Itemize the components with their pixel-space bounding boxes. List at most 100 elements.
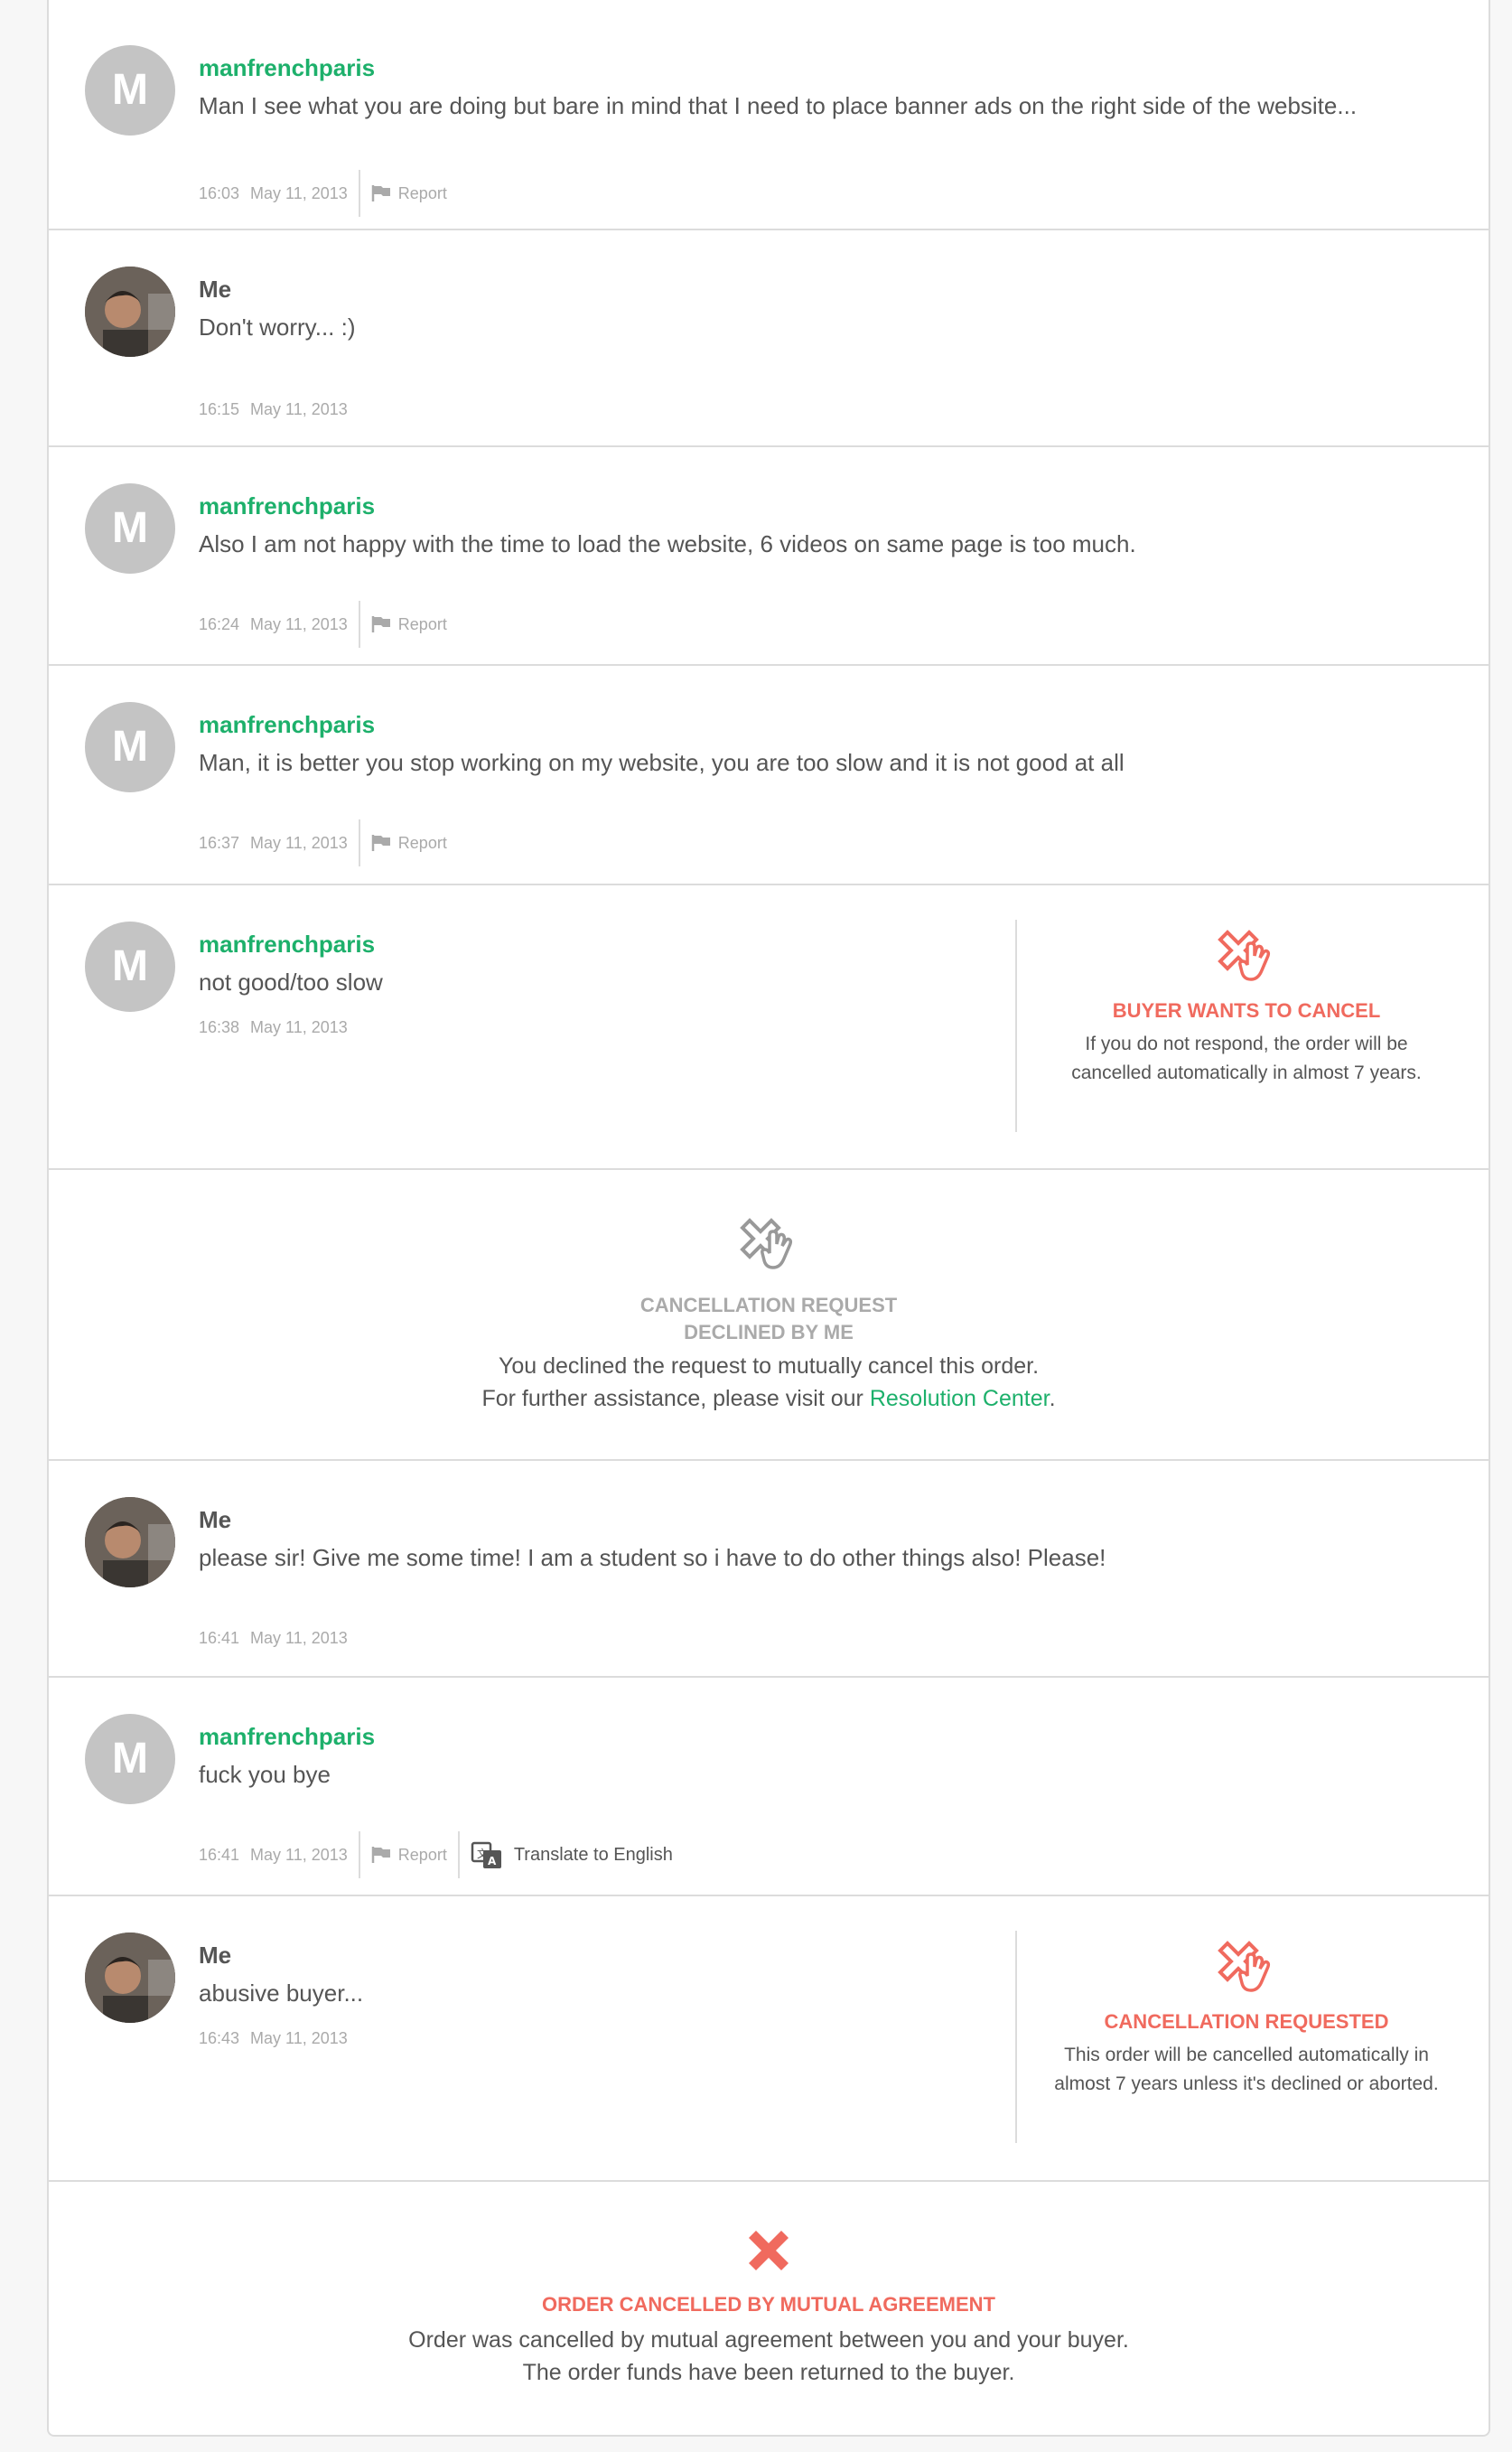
declined-notice-row: CANCELLATION REQUEST DECLINED BY ME You …	[49, 1170, 1489, 1461]
message-text: fuck you bye	[199, 1761, 331, 1788]
report-label: Report	[397, 614, 447, 633]
message-row: M manfrenchparis fuck you bye 16:41 May …	[49, 1678, 1489, 1896]
message-meta: 16:43 May 11, 2013	[199, 2025, 348, 2052]
message-date: May 11, 2013	[250, 183, 348, 202]
avatar[interactable]	[85, 1497, 175, 1587]
flag-icon	[371, 185, 390, 201]
report-button[interactable]: Report	[371, 184, 447, 203]
notice-title: CANCELLATION REQUESTED	[1104, 2010, 1389, 2033]
message-date: May 11, 2013	[250, 614, 348, 633]
buyer-cancel-notice: BUYER WANTS TO CANCEL If you do not resp…	[1015, 920, 1476, 1132]
notice-text: If you do not respond, the order will be…	[1071, 1034, 1422, 1083]
message-meta: 16:41 May 11, 2013	[199, 1614, 348, 1661]
order-cancelled-row: ORDER CANCELLED BY MUTUAL AGREEMENT Orde…	[49, 2182, 1489, 2437]
message-date: May 11, 2013	[250, 833, 348, 852]
avatar[interactable]	[85, 1933, 175, 2023]
notice-text: Order was cancelled by mutual agreement …	[408, 2327, 1129, 2353]
message-text: Man, it is better you stop working on my…	[199, 749, 1125, 776]
notice-text-line2: The order funds have been returned to th…	[522, 2360, 1015, 2385]
avatar[interactable]	[85, 267, 175, 357]
message-time: 16:15	[199, 399, 240, 418]
cancellation-requested-notice: CANCELLATION REQUESTED This order will b…	[1015, 1931, 1476, 2143]
username-link[interactable]: manfrenchparis	[199, 711, 375, 739]
message-meta: 16:37 May 11, 2013 Report	[199, 819, 447, 866]
report-button[interactable]: Report	[371, 834, 447, 853]
message-time: 16:38	[199, 1017, 240, 1036]
username-link[interactable]: manfrenchparis	[199, 931, 375, 959]
message-text: Don't worry... :)	[199, 314, 356, 341]
divider	[358, 819, 360, 866]
cancel-hand-icon	[1218, 930, 1271, 981]
divider	[358, 170, 360, 217]
avatar[interactable]: M	[85, 922, 175, 1012]
notice-text: This order will be cancelled automatical…	[1054, 2045, 1439, 2094]
report-button[interactable]: Report	[371, 615, 447, 634]
report-label: Report	[397, 183, 447, 202]
svg-text:A: A	[488, 1855, 497, 1867]
cancel-hand-icon	[1218, 1941, 1271, 1992]
message-meta: 16:03 May 11, 2013 Report	[199, 170, 447, 217]
username-link[interactable]: manfrenchparis	[199, 1723, 375, 1751]
message-text: Man I see what you are doing but bare in…	[199, 92, 1358, 119]
avatar[interactable]: M	[85, 702, 175, 792]
avatar[interactable]: M	[85, 483, 175, 574]
translate-label: Translate to English	[513, 1844, 673, 1865]
message-meta: 16:38 May 11, 2013	[199, 1014, 348, 1041]
message-row: M manfrenchparis not good/too slow 16:38…	[49, 885, 1489, 1170]
message-date: May 11, 2013	[250, 1017, 348, 1036]
declined-notice: CANCELLATION REQUEST DECLINED BY ME You …	[49, 1215, 1489, 1415]
message-date: May 11, 2013	[250, 1628, 348, 1647]
message-date: May 11, 2013	[250, 1845, 348, 1864]
report-label: Report	[397, 1845, 447, 1864]
message-time: 16:41	[199, 1845, 240, 1864]
report-button[interactable]: Report	[371, 1846, 447, 1865]
close-x-icon	[749, 2231, 789, 2270]
username: Me	[199, 1506, 232, 1533]
message-time: 16:41	[199, 1628, 240, 1647]
notice-title: ORDER CANCELLED BY MUTUAL AGREEMENT	[542, 2293, 995, 2316]
username: Me	[199, 276, 232, 303]
translate-icon: 文 A	[471, 1841, 501, 1868]
avatar[interactable]: M	[85, 1714, 175, 1804]
message-time: 16:24	[199, 614, 240, 633]
translate-button[interactable]: 文 A Translate to English	[471, 1839, 673, 1870]
message-text: abusive buyer...	[199, 1979, 364, 2007]
cancel-hand-icon	[740, 1218, 793, 1269]
notice-text: You declined the request to mutually can…	[498, 1353, 1040, 1379]
notice-title: BUYER WANTS TO CANCEL	[1112, 999, 1381, 1022]
divider	[358, 601, 360, 648]
flag-icon	[371, 835, 390, 851]
notice-text-prefix: For further assistance, please visit our	[481, 1386, 863, 1411]
divider	[358, 1831, 360, 1878]
message-meta: 16:41 May 11, 2013 Report 文 A Translate …	[199, 1831, 673, 1878]
order-cancelled-notice: ORDER CANCELLED BY MUTUAL AGREEMENT Orde…	[49, 2225, 1489, 2389]
notice-title-line2: DECLINED BY ME	[684, 1321, 854, 1343]
message-text: Also I am not happy with the time to loa…	[199, 530, 1136, 557]
message-text: please sir! Give me some time! I am a st…	[199, 1544, 1106, 1571]
message-date: May 11, 2013	[250, 399, 348, 418]
message-date: May 11, 2013	[250, 2028, 348, 2047]
notice-text-line2: For further assistance, please visit our…	[49, 1382, 1489, 1415]
report-label: Report	[397, 833, 447, 852]
message-meta: 16:24 May 11, 2013 Report	[199, 601, 447, 648]
notice-title: CANCELLATION REQUEST	[639, 1294, 898, 1316]
message-row: Me abusive buyer... 16:43 May 11, 2013 C…	[49, 1896, 1489, 2182]
message-row: Me Don't worry... :) 16:15 May 11, 2013	[49, 230, 1489, 447]
flag-icon	[371, 1847, 390, 1863]
divider	[457, 1831, 460, 1878]
message-meta: 16:15 May 11, 2013	[199, 386, 348, 433]
message-row: M manfrenchparis Man I see what you are …	[49, 9, 1489, 230]
message-time: 16:03	[199, 183, 240, 202]
svg-text:文: 文	[477, 1847, 488, 1860]
message-text: not good/too slow	[199, 969, 383, 996]
username-link[interactable]: manfrenchparis	[199, 54, 375, 82]
message-row: Me please sir! Give me some time! I am a…	[49, 1461, 1489, 1678]
username-link[interactable]: manfrenchparis	[199, 492, 375, 520]
username: Me	[199, 1942, 232, 1969]
message-time: 16:43	[199, 2028, 240, 2047]
avatar[interactable]: M	[85, 45, 175, 136]
notice-text-suffix: .	[1049, 1386, 1056, 1411]
flag-icon	[371, 616, 390, 632]
resolution-center-link[interactable]: Resolution Center	[870, 1386, 1050, 1411]
message-time: 16:37	[199, 833, 240, 852]
